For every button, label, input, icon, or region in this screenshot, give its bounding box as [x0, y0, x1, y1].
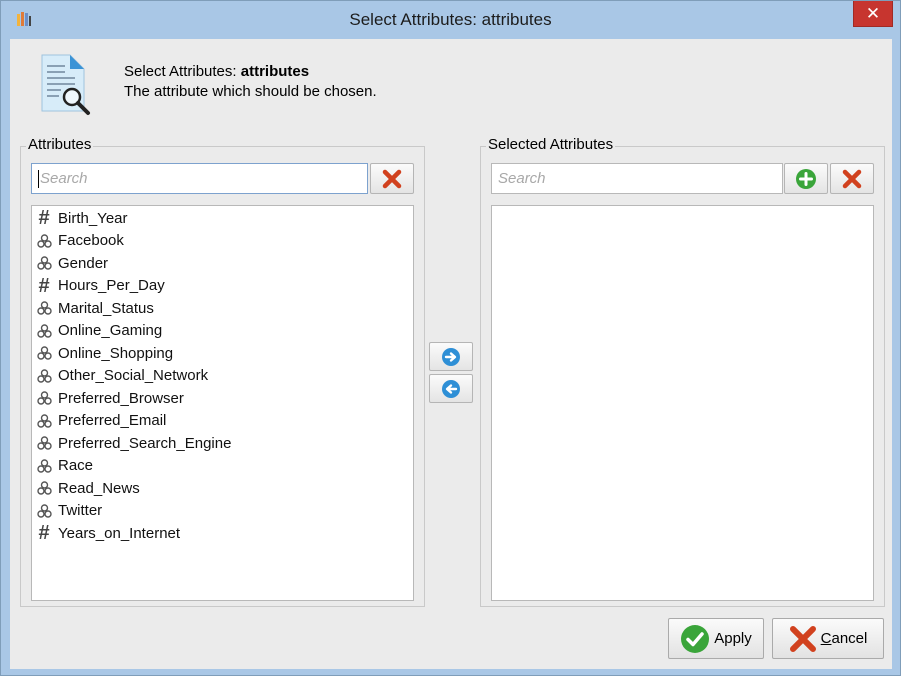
clear-selected-search-button[interactable]	[830, 163, 874, 194]
green-plus-icon	[796, 168, 816, 189]
nominal-attribute-icon	[35, 344, 53, 362]
red-x-icon	[789, 625, 816, 652]
dialog-window: Select Attributes: attributes ✕ Select A…	[0, 0, 901, 676]
red-x-icon	[842, 169, 862, 188]
cancel-label: Cancel	[820, 630, 868, 647]
list-item[interactable]: Twitter	[32, 500, 413, 523]
list-item-label: Gender	[58, 254, 109, 272]
list-item-label: Preferred_Search_Engine	[58, 434, 232, 452]
numeric-hash-icon: #	[38, 207, 50, 230]
move-left-button[interactable]	[429, 374, 473, 403]
list-item-label: Race	[58, 457, 94, 475]
nominal-attribute-icon	[35, 479, 53, 497]
list-item[interactable]: Online_Shopping	[32, 342, 413, 365]
selected-attributes-group-label: Selected Attributes	[486, 136, 616, 153]
list-item-label: Years_on_Internet	[58, 524, 181, 542]
list-item[interactable]: Preferred_Search_Engine	[32, 432, 413, 455]
apply-label: Apply	[714, 630, 752, 647]
dialog-body: Select Attributes: attributes The attrib…	[10, 39, 892, 669]
nominal-attribute-icon	[35, 299, 53, 317]
header-title-bold: attributes	[240, 63, 310, 80]
list-item-label: Other_Social_Network	[58, 367, 209, 385]
list-item-label: Hours_Per_Day	[58, 277, 165, 295]
list-item[interactable]: Other_Social_Network	[32, 365, 413, 388]
header-title: Select Attributes: attributes	[124, 63, 310, 80]
clear-attributes-search-button[interactable]	[370, 163, 414, 194]
list-item[interactable]: Preferred_Browser	[32, 387, 413, 410]
attributes-list[interactable]: # Birth_Year Facebook Gender # Hours_Per_Day M…	[31, 205, 414, 601]
close-button[interactable]: ✕	[853, 1, 893, 27]
list-item[interactable]: Facebook	[32, 230, 413, 253]
nominal-attribute-icon	[35, 322, 53, 340]
selected-attributes-list[interactable]	[491, 205, 874, 601]
text-caret	[38, 169, 39, 188]
nominal-attribute-icon	[35, 254, 53, 272]
green-checkmark-icon	[681, 624, 710, 653]
list-item[interactable]: Online_Gaming	[32, 320, 413, 343]
numeric-hash-icon: #	[38, 522, 50, 545]
cancel-mnemonic: C	[820, 630, 832, 647]
list-item[interactable]: Race	[32, 455, 413, 478]
selected-attributes-group: Selected Attributes Search	[480, 136, 885, 607]
cancel-button[interactable]: Cancel	[772, 618, 884, 659]
nominal-attribute-icon	[35, 367, 53, 385]
selected-search-input[interactable]: Search	[491, 163, 783, 194]
list-item[interactable]: Gender	[32, 252, 413, 275]
attributes-search-input[interactable]: Search	[31, 163, 368, 194]
nominal-attribute-icon	[35, 389, 53, 407]
list-item[interactable]: Preferred_Email	[32, 410, 413, 433]
nominal-attribute-icon	[35, 502, 53, 520]
list-item-label: Birth_Year	[58, 209, 128, 227]
list-item-label: Online_Gaming	[58, 322, 163, 340]
list-item[interactable]: # Years_on_Internet	[32, 522, 413, 545]
nominal-attribute-icon	[35, 457, 53, 475]
list-item-label: Facebook	[58, 232, 124, 250]
list-item[interactable]: Read_News	[32, 477, 413, 500]
list-item-label: Preferred_Browser	[58, 389, 184, 407]
move-right-button[interactable]	[429, 342, 473, 371]
list-item-label: Marital_Status	[58, 299, 154, 317]
arrow-left-icon	[442, 379, 460, 398]
attributes-search-placeholder: Search	[40, 170, 88, 187]
list-item-label: Read_News	[58, 479, 140, 497]
arrow-right-icon	[442, 347, 460, 366]
close-icon: ✕	[865, 3, 881, 23]
window-title: Select Attributes: attributes	[349, 10, 552, 29]
nominal-attribute-icon	[35, 412, 53, 430]
apply-button[interactable]: Apply	[668, 618, 764, 659]
list-item-label: Preferred_Email	[58, 412, 167, 430]
list-item[interactable]: # Birth_Year	[32, 207, 413, 230]
document-search-icon	[41, 54, 90, 115]
selected-search-placeholder: Search	[498, 170, 546, 187]
title-bar[interactable]: Select Attributes: attributes ✕	[1, 1, 900, 39]
list-item[interactable]: Marital_Status	[32, 297, 413, 320]
red-x-icon	[382, 169, 402, 188]
header-description: The attribute which should be chosen.	[124, 83, 377, 100]
list-item-label: Online_Shopping	[58, 344, 174, 362]
list-item-label: Twitter	[58, 502, 103, 520]
add-attribute-button[interactable]	[784, 163, 828, 194]
numeric-hash-icon: #	[38, 274, 50, 297]
attributes-group-label: Attributes	[26, 136, 94, 153]
attributes-group: Attributes Search # Birth_Year Facebook Gen…	[20, 136, 425, 607]
nominal-attribute-icon	[35, 434, 53, 452]
list-item[interactable]: # Hours_Per_Day	[32, 275, 413, 298]
nominal-attribute-icon	[35, 232, 53, 250]
